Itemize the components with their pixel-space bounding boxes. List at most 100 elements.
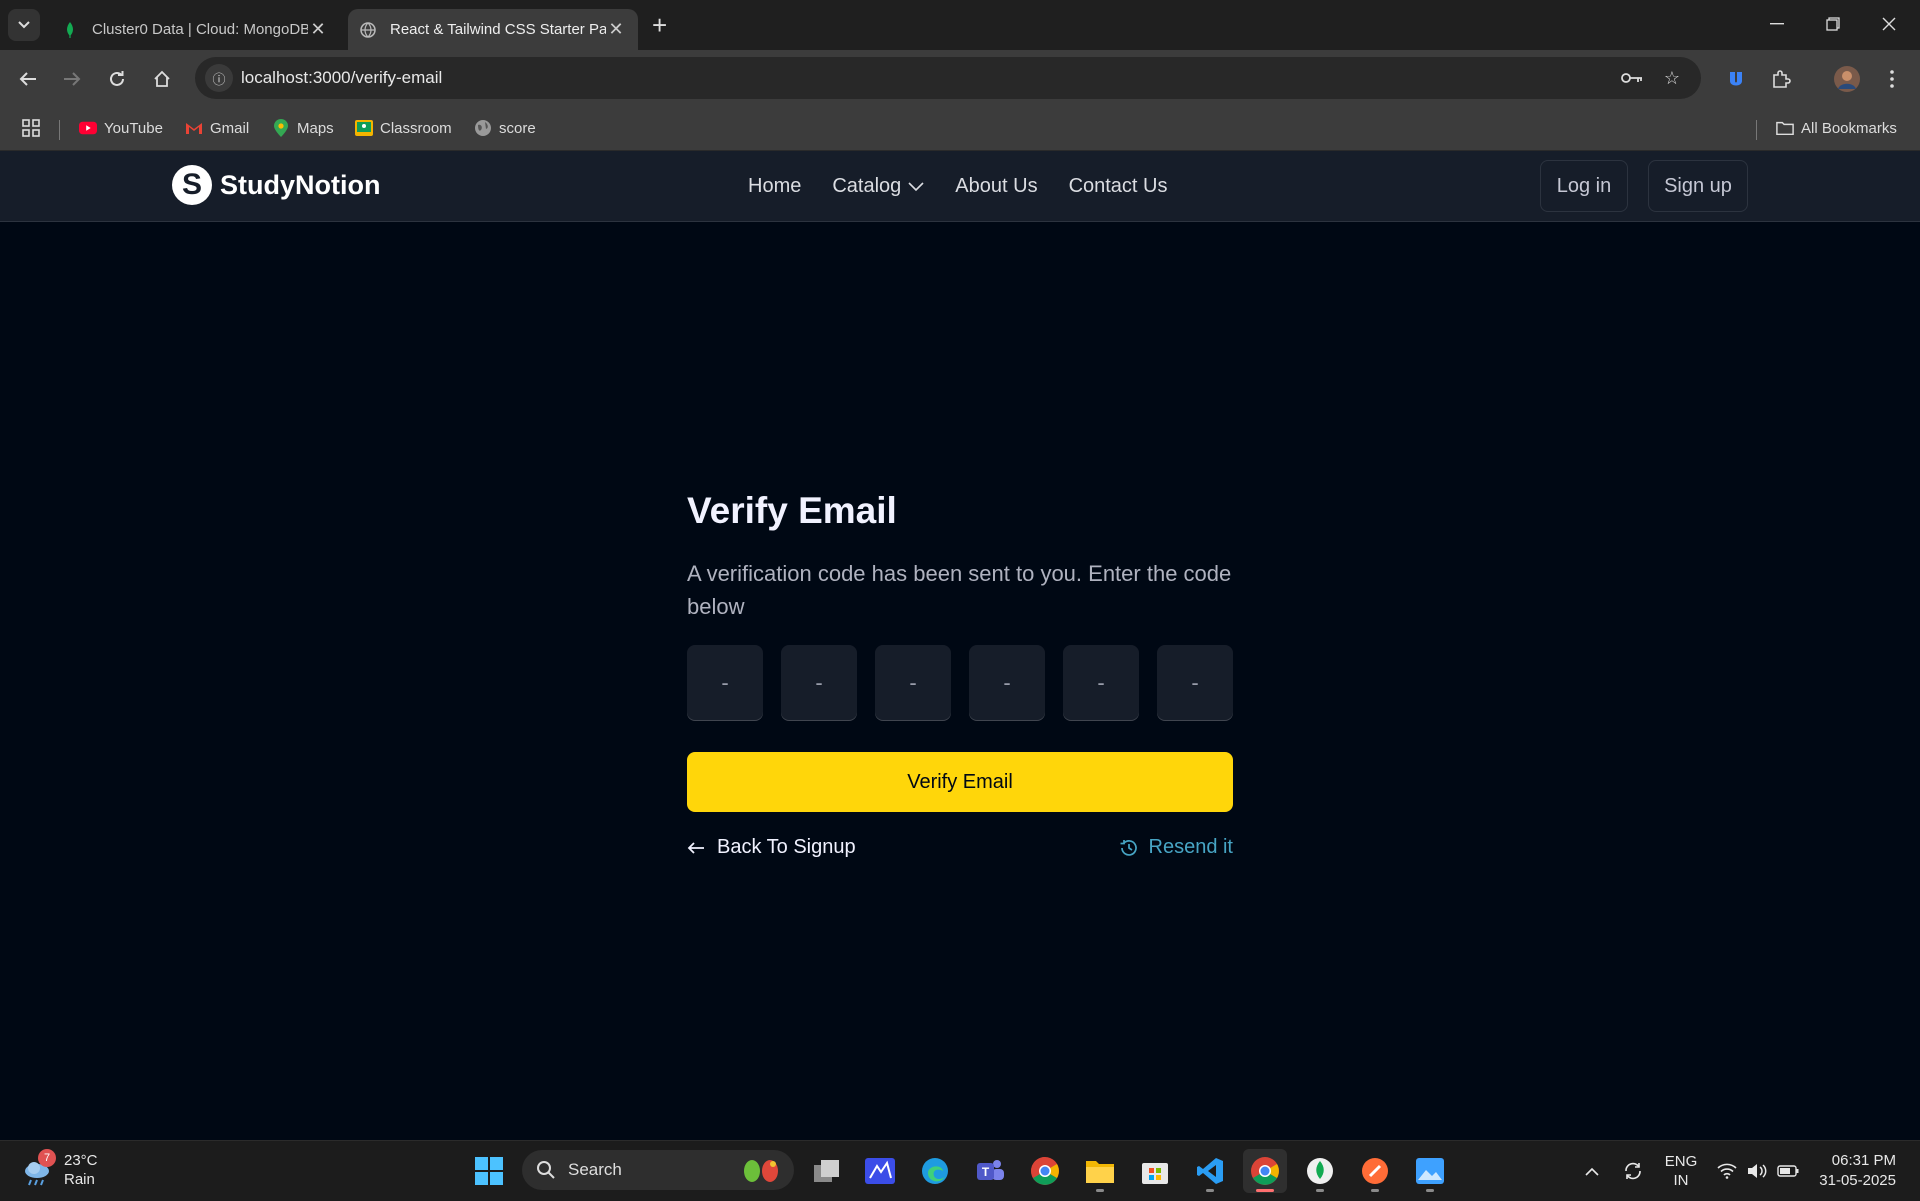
bookmarks-bar: YouTube Gmail Maps Classroom score All B… <box>0 108 1920 151</box>
teams-icon: T <box>977 1160 1004 1180</box>
back-button[interactable] <box>12 63 44 95</box>
battery-icon[interactable] <box>1774 1141 1802 1201</box>
resend-code-link[interactable]: Resend it <box>1119 836 1234 859</box>
taskbar-app-teams[interactable]: T <box>968 1149 1012 1193</box>
taskbar-app-vscode[interactable] <box>1188 1149 1232 1193</box>
apps-grid-icon[interactable] <box>22 119 40 137</box>
nav-label: About Us <box>955 175 1038 197</box>
profile-avatar[interactable] <box>1831 63 1863 95</box>
chrome-icon <box>1031 1157 1059 1185</box>
taskbar-search[interactable]: Search <box>522 1150 794 1190</box>
close-tab-icon[interactable]: ✕ <box>606 19 626 40</box>
new-tab-button[interactable]: + <box>652 12 667 38</box>
minimize-button[interactable] <box>1750 8 1804 40</box>
reload-button[interactable] <box>101 63 133 95</box>
edge-icon <box>922 1158 948 1184</box>
postman-icon <box>1362 1158 1388 1184</box>
nav-catalog[interactable]: Catalog <box>832 175 924 198</box>
wifi-icon[interactable] <box>1714 1141 1740 1201</box>
otp-digit-4[interactable] <box>969 645 1045 721</box>
tab-search-button[interactable] <box>8 9 40 41</box>
store-icon <box>1142 1163 1168 1184</box>
bookmark-star-icon[interactable]: ☆ <box>1661 67 1683 89</box>
bookmark-label: Classroom <box>380 119 452 137</box>
bookmark-classroom[interactable]: Classroom <box>355 119 452 137</box>
site-navbar: S StudyNotion Home Catalog About Us Cont… <box>0 151 1920 222</box>
close-window-button[interactable] <box>1862 8 1916 40</box>
taskbar-app-postman[interactable] <box>1353 1149 1397 1193</box>
back-to-signup-link[interactable]: Back To Signup <box>687 836 856 859</box>
bookmark-maps[interactable]: Maps <box>272 119 334 137</box>
tab-title: Cluster0 Data | Cloud: MongoDB Cloud <box>92 21 308 38</box>
taskbar-app-photos[interactable] <box>1408 1149 1452 1193</box>
task-view-button[interactable] <box>805 1149 849 1193</box>
history-icon <box>1120 839 1137 856</box>
all-bookmarks[interactable]: All Bookmarks <box>1776 119 1897 137</box>
close-icon <box>1882 17 1896 31</box>
taskbar-app-chrome[interactable] <box>1023 1149 1067 1193</box>
reload-icon <box>110 71 124 86</box>
otp-digit-6[interactable] <box>1157 645 1233 721</box>
login-button[interactable]: Log in <box>1540 160 1628 212</box>
weather-badge: 7 <box>38 1149 56 1167</box>
signup-button[interactable]: Sign up <box>1648 160 1748 212</box>
lang-line1: ENG <box>1664 1153 1698 1170</box>
studynotion-logo[interactable]: S StudyNotion <box>172 165 380 205</box>
taskbar-app-mongodb-compass[interactable] <box>1298 1149 1342 1193</box>
browser-menu-icon[interactable] <box>1876 63 1908 95</box>
taskbar-clock[interactable]: 06:31 PM 31-05-2025 <box>1818 1151 1896 1191</box>
otp-inputs <box>687 645 1233 721</box>
address-bar[interactable]: ⓘ localhost:3000/verify-email ☆ <box>195 57 1701 99</box>
nav-about-us[interactable]: About Us <box>955 175 1037 198</box>
volume-icon[interactable] <box>1744 1141 1770 1201</box>
otp-digit-1[interactable] <box>687 645 763 721</box>
bookmark-youtube[interactable]: YouTube <box>79 119 163 137</box>
taskbar-app-file-explorer[interactable] <box>1078 1149 1122 1193</box>
close-tab-icon[interactable]: ✕ <box>308 19 328 40</box>
sync-icon[interactable] <box>1618 1141 1648 1201</box>
browser-tab-mongodb[interactable]: Cluster0 Data | Cloud: MongoDB Cloud ✕ <box>50 9 340 50</box>
home-button[interactable] <box>146 63 178 95</box>
forward-button[interactable] <box>56 63 88 95</box>
browser-tab-starter[interactable]: React & Tailwind CSS Starter Pack ✕ <box>348 9 638 50</box>
start-button[interactable] <box>467 1149 511 1193</box>
nav-home[interactable]: Home <box>748 175 801 198</box>
otp-digit-5[interactable] <box>1063 645 1139 721</box>
address-url[interactable]: localhost:3000/verify-email <box>241 68 442 88</box>
weather-widget[interactable]: 7 23°C Rain <box>22 1149 98 1189</box>
bookmarks-divider <box>1756 120 1757 140</box>
weather-temp: 23°C <box>64 1152 98 1169</box>
photos-icon <box>1416 1158 1444 1184</box>
folder-icon <box>1776 119 1794 137</box>
restore-button[interactable] <box>1806 8 1860 40</box>
language-indicator[interactable]: ENG IN <box>1658 1141 1704 1201</box>
app-dashboard-icon <box>865 1158 895 1184</box>
restore-icon <box>1826 17 1840 31</box>
extensions-puzzle-icon[interactable] <box>1765 63 1797 95</box>
bookmark-gmail[interactable]: Gmail <box>185 119 249 137</box>
resend-label: Resend it <box>1148 836 1234 858</box>
taskbar-app-dashboard[interactable] <box>858 1149 902 1193</box>
maps-icon <box>272 119 290 137</box>
extension-icon[interactable] <box>1720 63 1752 95</box>
password-key-icon[interactable] <box>1621 67 1643 89</box>
globe-icon <box>360 21 376 38</box>
taskbar-app-chrome-active[interactable] <box>1243 1149 1287 1193</box>
bookmark-score[interactable]: score <box>474 119 536 137</box>
bookmark-label: YouTube <box>104 119 163 137</box>
bookmark-label: Maps <box>297 119 334 137</box>
otp-digit-2[interactable] <box>781 645 857 721</box>
tray-overflow-chevron-icon[interactable] <box>1578 1141 1606 1201</box>
search-label: Search <box>568 1160 622 1179</box>
verify-email-button[interactable]: Verify Email <box>687 752 1233 812</box>
nav-contact-us[interactable]: Contact Us <box>1069 175 1168 198</box>
chrome-icon <box>1251 1157 1279 1185</box>
taskbar-app-store[interactable] <box>1133 1149 1177 1193</box>
svg-text:T: T <box>982 1165 990 1179</box>
clock-time: 06:31 PM <box>1831 1152 1896 1169</box>
taskbar-app-edge[interactable] <box>913 1149 957 1193</box>
clock-date: 31-05-2025 <box>1819 1172 1896 1189</box>
classroom-icon <box>355 119 373 137</box>
otp-digit-3[interactable] <box>875 645 951 721</box>
site-info-icon[interactable]: ⓘ <box>205 64 233 92</box>
